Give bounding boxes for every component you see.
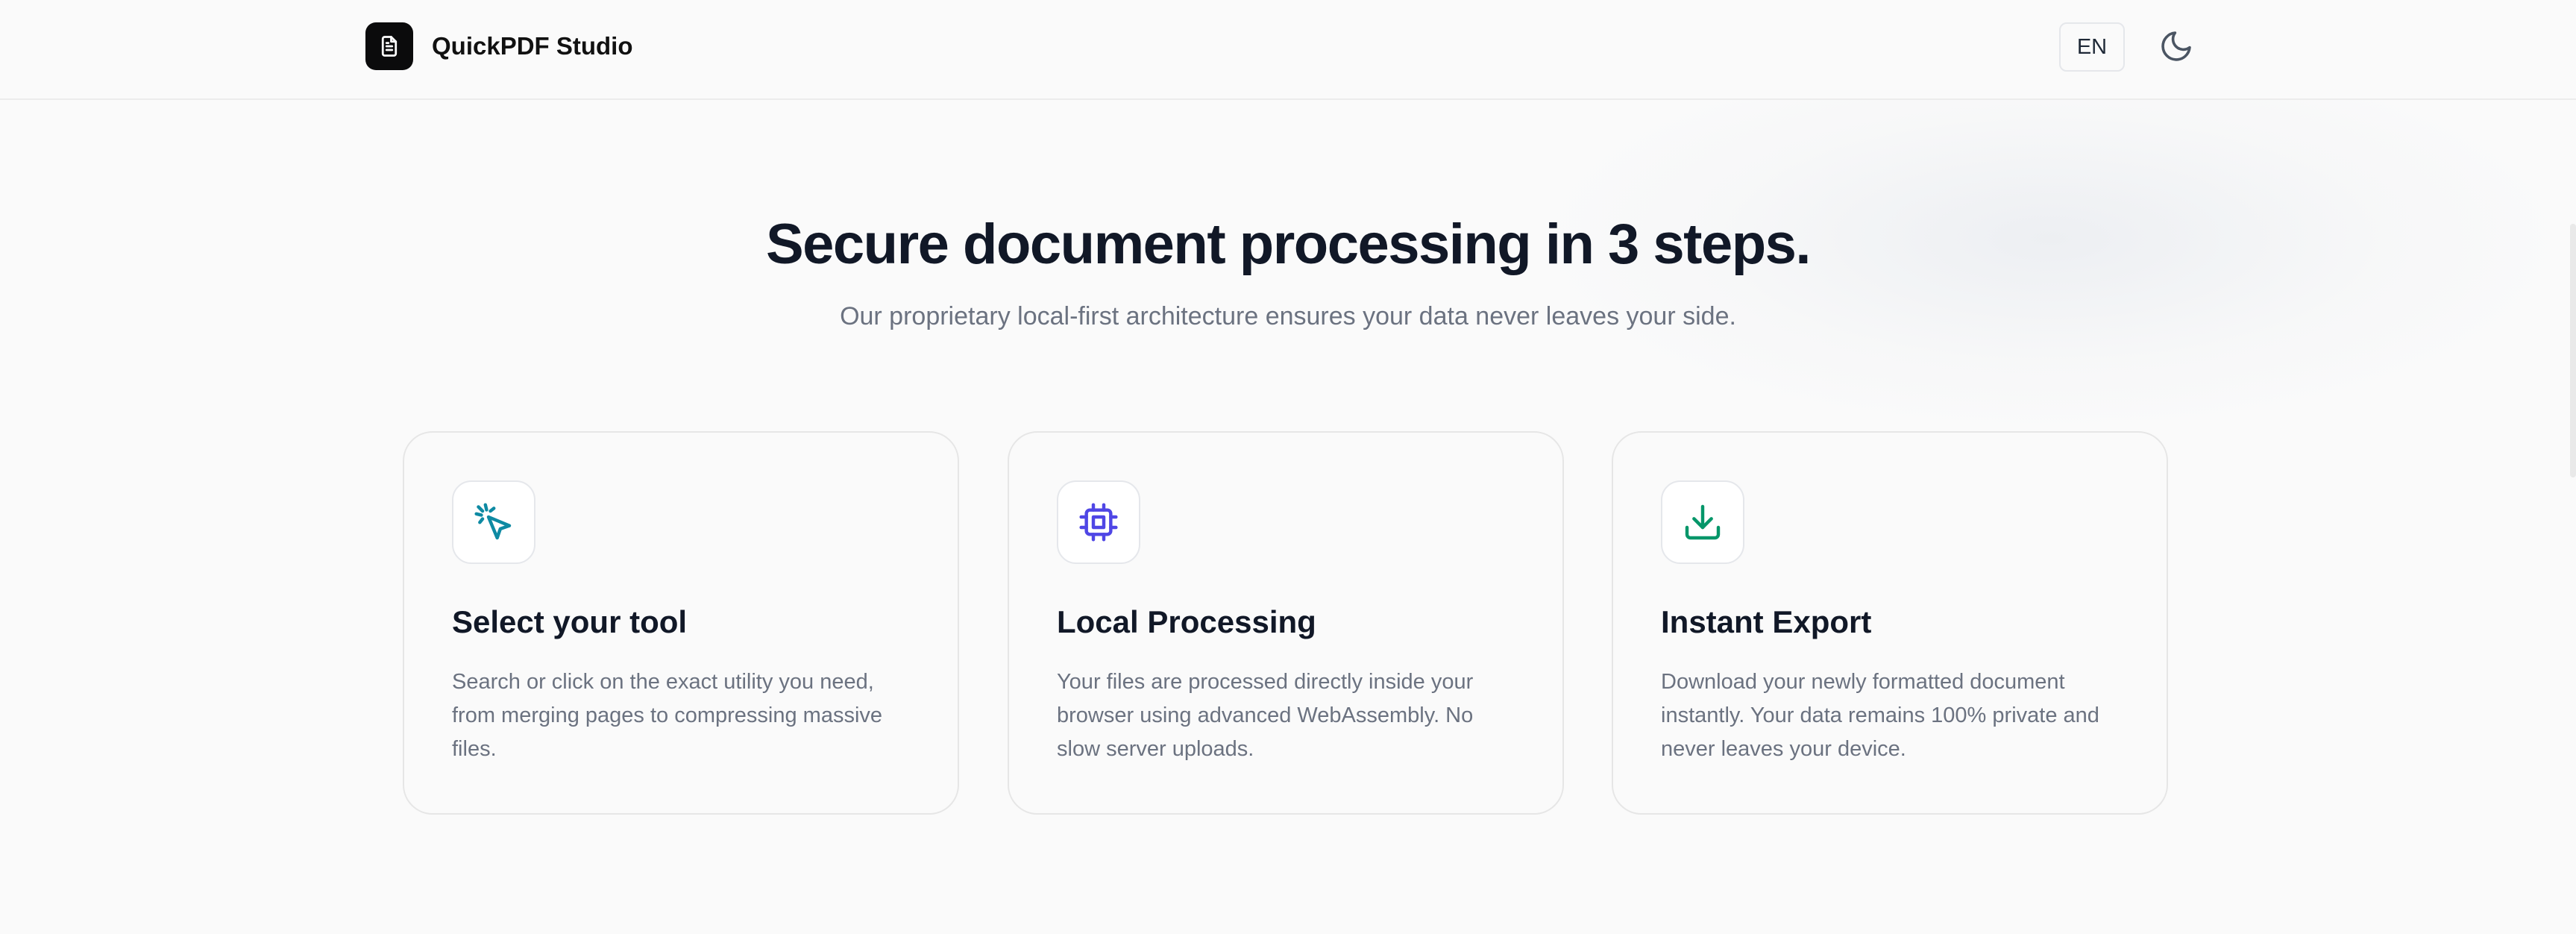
cpu-chip-icon xyxy=(1079,503,1118,542)
hero-subtitle: Our proprietary local-first architecture… xyxy=(840,302,1736,330)
step-description: Download your newly formatted document i… xyxy=(1661,670,2099,761)
document-icon xyxy=(381,36,398,57)
step-title: Instant Export xyxy=(1661,604,1872,639)
step-description: Your files are processed directly inside… xyxy=(1057,670,1474,761)
moon-icon xyxy=(2161,31,2191,61)
step-title: Select your tool xyxy=(452,604,688,639)
step-icon-container xyxy=(1661,480,1744,564)
top-navbar: QuickPDF Studio EN xyxy=(0,0,2576,100)
step-icon-container xyxy=(452,480,535,564)
step-card-instant-export: Instant Export Download your newly forma… xyxy=(1612,431,2168,815)
page-scrollbar[interactable] xyxy=(2570,224,2576,477)
language-selector-button[interactable]: EN xyxy=(2059,22,2125,72)
step-icon-container xyxy=(1057,480,1140,564)
step-card-select-tool: Select your tool Search or click on the … xyxy=(403,431,959,815)
page: QuickPDF Studio EN Secure document proce… xyxy=(0,0,2576,934)
theme-toggle-button[interactable] xyxy=(2157,27,2196,66)
logo[interactable] xyxy=(365,22,413,70)
step-card-local-processing: Local Processing Your files are processe… xyxy=(1008,431,1564,815)
download-icon xyxy=(1685,504,1721,540)
step-description: Search or click on the exact utility you… xyxy=(452,670,883,761)
hero-title: Secure document processing in 3 steps. xyxy=(765,213,1812,276)
cursor-click-icon xyxy=(474,503,512,540)
brand-name[interactable]: QuickPDF Studio xyxy=(432,30,633,63)
step-title: Local Processing xyxy=(1057,604,1316,639)
